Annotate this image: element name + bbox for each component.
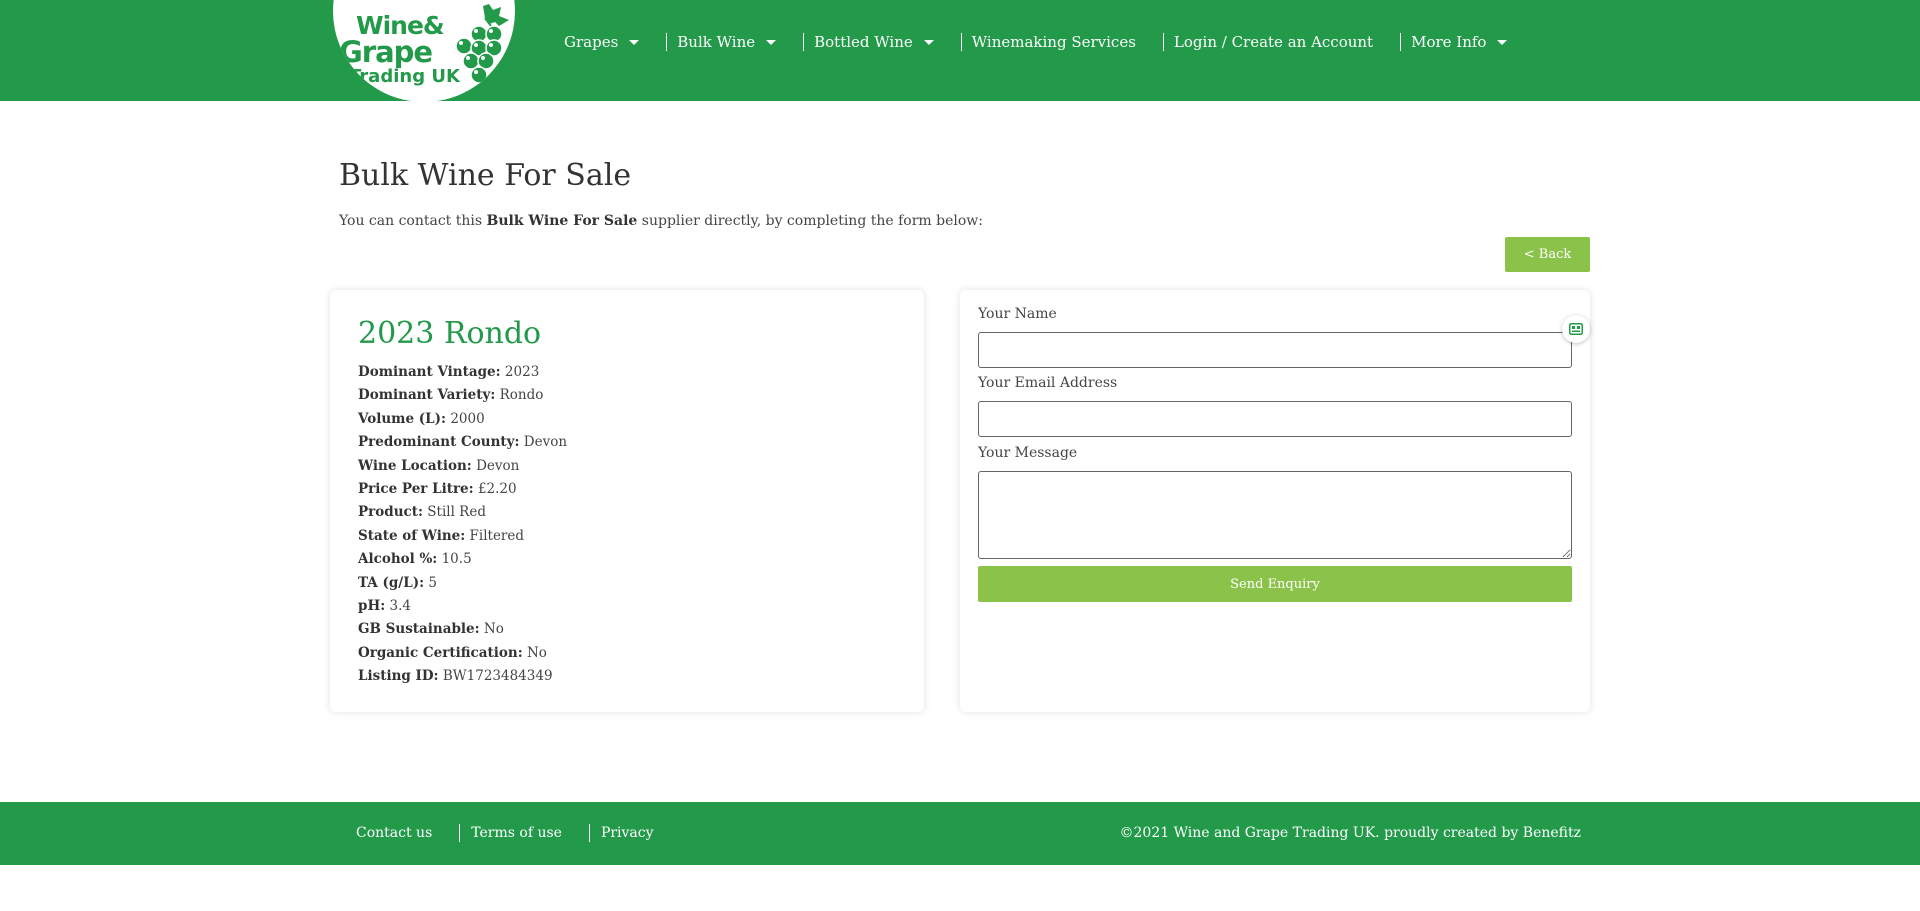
message-label: Your Message [978,445,1078,461]
caret-down-icon [1497,39,1508,45]
detail-value: No [526,644,547,661]
detail-value: Rondo [499,387,544,404]
logo-wordmark: Wine& Grape Trading UK [339,13,460,86]
nav-item-grapes[interactable]: Grapes [552,33,649,51]
back-button[interactable]: < Back [1505,237,1590,272]
detail-label: Predominant County: [358,434,520,451]
detail-row: Product: Still Red [358,501,567,524]
logo-line-3: Trading UK [349,66,460,87]
nav-item-winemaking-services[interactable]: Winemaking Services [960,33,1146,51]
detail-row: Wine Location: Devon [358,455,567,478]
main-nav: Grapes Bulk Wine Bottled Wine Winemaking… [552,28,1517,56]
intro-bold: Bulk Wine For Sale [486,213,638,229]
footer-links: Contact us Terms of use Privacy [345,824,665,842]
detail-row: Predominant County: Devon [358,431,567,454]
detail-label: Volume (L): [358,410,447,427]
detail-row: Price Per Litre: £2.20 [358,478,567,501]
detail-value: 3.4 [389,598,411,615]
detail-label: Listing ID: [358,668,439,685]
name-label: Your Name [978,306,1057,322]
detail-label: Dominant Variety: [358,387,496,404]
nav-item-label: Grapes [564,33,619,51]
footer-link-terms[interactable]: Terms of use [459,824,573,842]
detail-row: Volume (L): 2000 [358,408,567,431]
listing-details: Dominant Vintage: 2023 Dominant Variety:… [358,361,567,689]
detail-value: BW1723484349 [442,668,553,685]
detail-value: Filtered [469,527,525,544]
nav-item-login[interactable]: Login / Create an Account [1162,33,1383,51]
nav-item-bulk-wine[interactable]: Bulk Wine [666,33,786,51]
site-footer: Contact us Terms of use Privacy ©2021 Wi… [0,802,1920,865]
detail-label: Price Per Litre: [358,481,474,498]
detail-value: 2000 [450,410,485,427]
nav-item-label: Login / Create an Account [1173,33,1374,51]
detail-label: GB Sustainable: [358,621,480,638]
detail-label: Alcohol %: [358,551,438,568]
caret-down-icon [923,39,934,45]
site-logo[interactable]: Wine& Grape Trading UK [333,0,515,102]
copyright-text: ©2021 Wine and Grape Trading UK. proudly… [1119,825,1581,841]
detail-row: Dominant Variety: Rondo [358,384,567,407]
detail-value: 5 [428,574,437,591]
caret-down-icon [766,39,777,45]
autofill-icon[interactable] [1562,315,1590,343]
detail-row: Organic Certification: No [358,642,567,665]
listing-title: 2023 Rondo [358,316,542,351]
detail-label: State of Wine: [358,527,466,544]
site-header: Wine& Grape Trading UK Grapes Bulk Wine … [0,0,1920,102]
nav-item-more-info[interactable]: More Info [1400,33,1517,51]
logo-line-2: Grape [339,35,433,69]
detail-row: pH: 3.4 [358,595,567,618]
detail-value: 2023 [504,364,540,380]
nav-item-label: Bottled Wine [814,33,913,51]
detail-row: State of Wine: Filtered [358,525,567,548]
detail-value: No [483,621,504,638]
intro-after: supplier directly, by completing the for… [637,213,983,229]
footer-link-privacy[interactable]: Privacy [588,824,665,842]
detail-value: Still Red [427,504,486,521]
detail-row: GB Sustainable: No [358,618,567,641]
email-input[interactable] [978,401,1572,437]
email-label: Your Email Address [978,375,1118,391]
name-input[interactable] [978,332,1572,368]
detail-row: Dominant Vintage: 2023 [358,361,567,384]
page-title: Bulk Wine For Sale [339,158,632,193]
detail-label: Product: [358,504,423,521]
contact-card-icon [1569,323,1583,335]
nav-item-label: Winemaking Services [971,33,1136,51]
detail-value: 10.5 [441,551,472,568]
detail-label: TA (g/L): [358,574,425,591]
detail-row: TA (g/L): 5 [358,572,567,595]
detail-value: Devon [523,434,568,451]
detail-row: Listing ID: BW1723484349 [358,665,567,688]
message-input[interactable] [978,471,1572,559]
detail-row: Alcohol %: 10.5 [358,548,567,571]
listing-card: 2023 Rondo Dominant Vintage: 2023 Domina… [330,290,924,712]
caret-down-icon [629,39,640,45]
nav-item-label: More Info [1411,33,1487,51]
nav-item-bottled-wine[interactable]: Bottled Wine [803,33,944,51]
intro-before: You can contact this [339,213,487,229]
detail-value: £2.20 [477,481,517,498]
detail-label: pH: [358,598,386,615]
intro-text: You can contact this Bulk Wine For Sale … [339,213,983,229]
detail-label: Dominant Vintage: [358,364,501,380]
detail-label: Wine Location: [358,457,472,474]
send-enquiry-button[interactable]: Send Enquiry [978,566,1572,602]
enquiry-form: Your Name Your Email Address Your Messag… [960,290,1590,712]
detail-label: Organic Certification: [358,644,523,661]
footer-link-contact[interactable]: Contact us [345,824,443,842]
grape-bunch-icon [455,4,509,92]
detail-value: Devon [476,457,520,474]
nav-item-label: Bulk Wine [677,33,756,51]
